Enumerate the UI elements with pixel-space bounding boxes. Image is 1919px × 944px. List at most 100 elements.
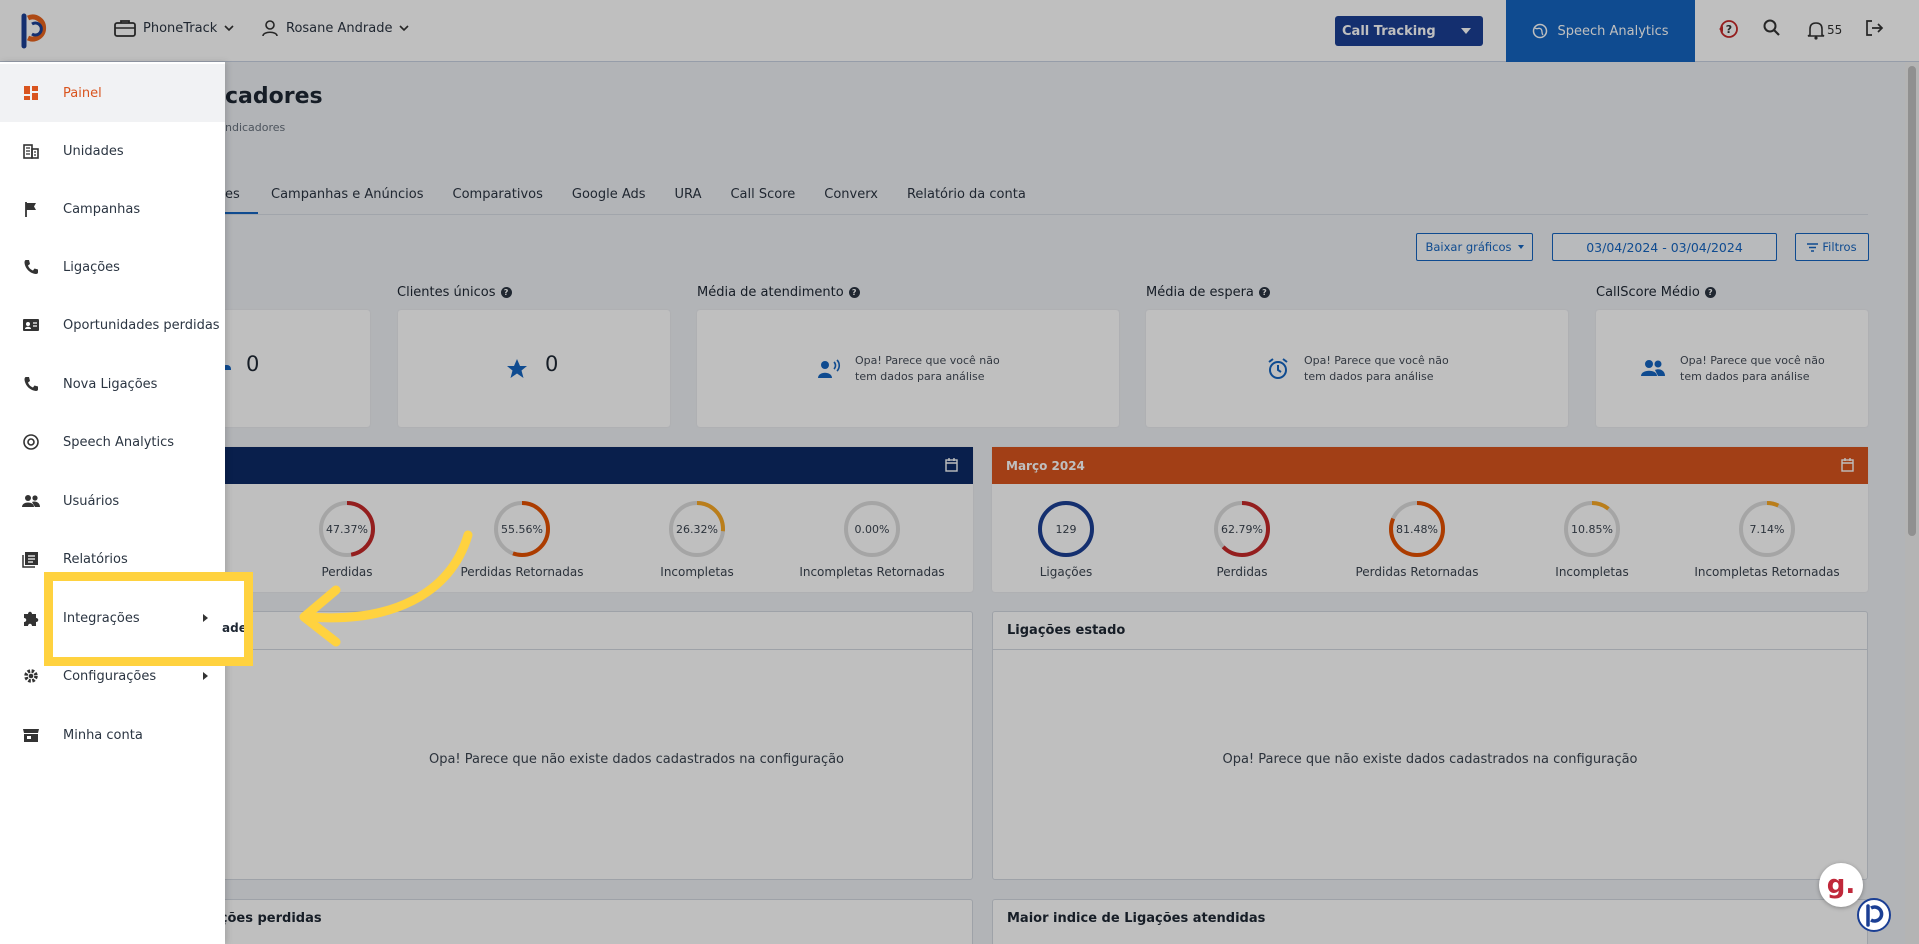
no-data-line-2: tem dados para análise bbox=[855, 370, 985, 383]
sidebar-item-campanhas[interactable]: Campanhas bbox=[0, 180, 225, 238]
tutorial-arrow-icon bbox=[299, 530, 473, 647]
tab-converx[interactable]: Converx bbox=[824, 187, 878, 202]
kpi-card-avg-wait: Opa! Parece que você não tem dados para … bbox=[1146, 310, 1568, 427]
dashboard-icon bbox=[24, 86, 38, 100]
gauge-label: Ligações bbox=[1040, 565, 1093, 579]
filters-label: Filtros bbox=[1822, 240, 1857, 254]
sidebar-item-label: Unidades bbox=[63, 143, 124, 159]
user-menu[interactable]: Rosane Andrade bbox=[261, 19, 410, 37]
gauge-value: 81.48% bbox=[1396, 523, 1438, 536]
chat-widget-logo: g. bbox=[1826, 870, 1856, 900]
date-range-value: 03/04/2024 - 03/04/2024 bbox=[1586, 239, 1743, 255]
kpi-card-calls: 0 bbox=[200, 310, 370, 427]
no-data-message: Opa! Parece que você não tem dados para … bbox=[1680, 353, 1825, 385]
sidebar-item-speech-analytics[interactable]: Speech Analytics bbox=[0, 413, 225, 471]
no-data-line-2: tem dados para análise bbox=[1680, 370, 1810, 383]
sidebar-item-label: Relatórios bbox=[63, 551, 128, 567]
sidebar-item-minha-conta[interactable]: Minha conta bbox=[0, 706, 225, 764]
panel-calls-state: Ligações estado Opa! Parece que não exis… bbox=[992, 611, 1868, 880]
panel-title: Ligações estado bbox=[1007, 623, 1126, 638]
speech-icon bbox=[23, 434, 39, 450]
help-icon[interactable]: ? bbox=[1717, 18, 1739, 40]
left-panel-header bbox=[200, 447, 973, 484]
sidebar-item-ligacoes[interactable]: Ligações bbox=[0, 238, 225, 296]
kpi-avg-service-label: Média de atendimento? bbox=[697, 285, 860, 300]
gauge-value: 129 bbox=[1056, 523, 1077, 536]
sidebar-item-label: Usuários bbox=[63, 493, 120, 509]
briefcase-icon bbox=[114, 20, 136, 37]
company-name: PhoneTrack bbox=[143, 20, 218, 36]
search-icon[interactable] bbox=[1762, 18, 1782, 38]
product-select[interactable]: Call Tracking bbox=[1335, 16, 1483, 46]
speech-analytics-button[interactable]: Speech Analytics bbox=[1506, 0, 1695, 62]
sidebar-item-painel[interactable]: Painel bbox=[0, 64, 225, 122]
breadcrumb: ndicadores bbox=[225, 121, 286, 134]
user-icon bbox=[262, 20, 278, 37]
kpi-callscore-label: CallScore Médio? bbox=[1596, 285, 1716, 300]
kpi-label-text: Média de atendimento bbox=[697, 285, 844, 300]
phonetrack-mini-logo[interactable] bbox=[1857, 898, 1891, 932]
tab-active-partial[interactable]: es bbox=[225, 187, 240, 202]
page-title: cadores bbox=[225, 84, 323, 109]
flag-icon bbox=[25, 202, 36, 217]
kpi-calls-value: 0 bbox=[246, 352, 260, 376]
panel-lost-calls: ações perdidas bbox=[200, 899, 973, 944]
kpi-avg-wait-label: Média de espera? bbox=[1146, 285, 1270, 300]
help-icon[interactable]: ? bbox=[1704, 287, 1716, 298]
report-icon bbox=[22, 552, 38, 568]
gauge-label: Incompletas bbox=[1555, 565, 1628, 579]
gauge-value: 55.56% bbox=[501, 523, 543, 536]
bell-icon[interactable] bbox=[1807, 20, 1825, 40]
date-range-input[interactable]: 03/04/2024 - 03/04/2024 bbox=[1552, 233, 1777, 261]
help-icon[interactable]: ? bbox=[1258, 287, 1270, 298]
contact-card-icon bbox=[23, 319, 39, 331]
tab-call-score[interactable]: Call Score bbox=[730, 187, 795, 202]
speaking-person-icon bbox=[818, 359, 841, 378]
right-gauges: 129 Ligações 62.79% Perdidas 81.48% Perdidas … bbox=[1038, 501, 1840, 579]
tab-campanhas[interactable]: Campanhas e Anúncios bbox=[271, 187, 424, 202]
gauge-value: 7.14% bbox=[1750, 523, 1785, 536]
kpi-card-avg-service: Opa! Parece que você não tem dados para … bbox=[697, 310, 1119, 427]
tab-ura[interactable]: URA bbox=[675, 187, 702, 202]
caret-down-icon bbox=[1517, 245, 1524, 249]
store-icon bbox=[23, 729, 39, 742]
sidebar-item-label: Campanhas bbox=[63, 201, 141, 217]
product-select-value: Call Tracking bbox=[1342, 23, 1436, 39]
alarm-clock-icon bbox=[1268, 358, 1288, 379]
users-icon bbox=[22, 495, 40, 507]
users-icon bbox=[1641, 360, 1665, 376]
help-icon[interactable]: ? bbox=[848, 287, 860, 298]
phonetrack-logo[interactable] bbox=[20, 12, 52, 50]
tabs-bar: Campanhas e Anúncios Comparativos Google… bbox=[271, 187, 1026, 202]
kpi-label-text: Média de espera bbox=[1146, 285, 1254, 300]
sidebar-item-label: Minha conta bbox=[63, 727, 143, 743]
kpi-unique-clients-label: Clientes únicos? bbox=[397, 285, 512, 300]
filters-button[interactable]: Filtros bbox=[1795, 233, 1869, 261]
no-data-line-1: Opa! Parece que você não bbox=[1680, 354, 1825, 367]
tab-relatorio[interactable]: Relatório da conta bbox=[907, 187, 1026, 202]
empty-message: Opa! Parece que não existe dados cadastr… bbox=[428, 752, 845, 767]
puzzle-icon bbox=[24, 611, 39, 626]
scrollbar-thumb[interactable] bbox=[1908, 66, 1916, 536]
sidebar-item-label: Painel bbox=[63, 85, 102, 101]
company-menu[interactable]: PhoneTrack bbox=[114, 19, 234, 37]
help-icon[interactable]: ? bbox=[500, 287, 512, 298]
tab-google-ads[interactable]: Google Ads bbox=[572, 187, 646, 202]
sidebar-item-label: Nova Ligações bbox=[63, 376, 158, 392]
calendar-icon[interactable] bbox=[945, 458, 958, 472]
sidebar-item-nova-ligacoes[interactable]: Nova Ligações bbox=[0, 355, 225, 413]
speech-analytics-label: Speech Analytics bbox=[1557, 23, 1669, 39]
sidebar-item-unidades[interactable]: Unidades bbox=[0, 122, 225, 180]
download-charts-button[interactable]: Baixar gráficos bbox=[1416, 233, 1533, 261]
panel-title: ações perdidas bbox=[211, 911, 322, 926]
phone-icon bbox=[24, 377, 38, 391]
gauge-label: Incompletas bbox=[660, 565, 733, 579]
gauge-label: Incompletas Retornadas bbox=[799, 565, 944, 579]
download-label: Baixar gráficos bbox=[1425, 240, 1512, 254]
logout-icon[interactable] bbox=[1864, 18, 1884, 38]
kpi-label-text: Clientes únicos bbox=[397, 285, 496, 300]
tab-comparativos[interactable]: Comparativos bbox=[453, 187, 543, 202]
sidebar-item-oportunidades[interactable]: Oportunidades perdidas bbox=[0, 296, 225, 354]
calendar-icon[interactable] bbox=[1841, 458, 1854, 472]
sidebar-item-usuarios[interactable]: Usuários bbox=[0, 472, 225, 530]
